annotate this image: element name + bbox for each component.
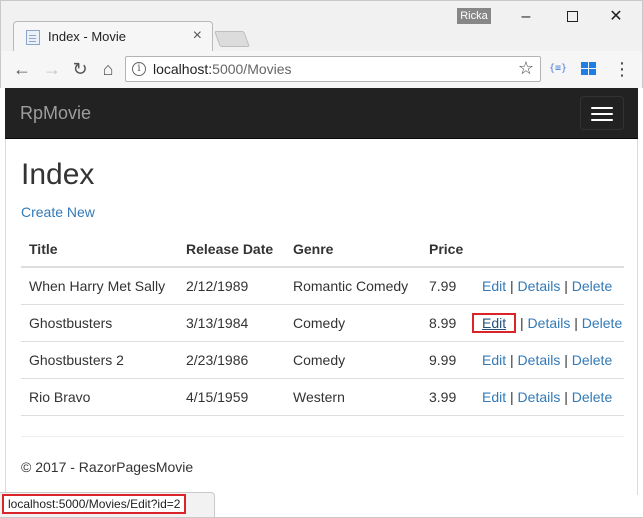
header-genre: Genre — [285, 232, 421, 268]
cell-release-date: 4/15/1959 — [178, 378, 285, 416]
address-bar[interactable]: i localhost:5000/Movies ☆ — [125, 56, 541, 82]
details-link[interactable]: Details — [528, 315, 571, 331]
cell-release-date: 2/23/1986 — [178, 341, 285, 379]
status-url: localhost:5000/Movies/Edit?id=2 — [2, 494, 187, 514]
footer-divider — [21, 436, 624, 437]
cell-title: Ghostbusters 2 — [21, 341, 178, 379]
cell-price: 8.99 — [421, 304, 474, 342]
cell-title: Rio Bravo — [21, 378, 178, 416]
details-link[interactable]: Details — [518, 389, 561, 405]
page-content: Index Create New Title Release Date Genr… — [5, 139, 638, 495]
separator: | — [564, 277, 568, 294]
movies-table: Title Release Date Genre Price When Harr… — [21, 232, 624, 416]
cell-price: 3.99 — [421, 378, 474, 416]
header-actions — [474, 232, 624, 268]
cell-genre: Comedy — [285, 304, 421, 342]
cell-release-date: 2/12/1989 — [178, 267, 285, 305]
cell-actions: Edit | Details | Delete — [472, 304, 624, 342]
browser-menu-icon[interactable]: ⋮ — [612, 59, 632, 79]
header-title: Title — [21, 232, 178, 268]
cell-title: When Harry Met Sally — [21, 267, 178, 305]
cell-actions: Edit | Details | Delete — [474, 341, 624, 379]
maximize-icon[interactable] — [557, 7, 587, 27]
cell-title: Ghostbusters — [21, 304, 178, 342]
status-bar: localhost:5000/Movies/Edit?id=2 — [0, 492, 215, 518]
separator: | — [574, 314, 578, 331]
browser-toolbar: ← → ↻ ⌂ i localhost:5000/Movies ☆ {≡} ⋮ — [0, 51, 643, 88]
cell-price: 9.99 — [421, 341, 474, 379]
profile-badge[interactable]: Ricka — [457, 8, 491, 24]
close-window-icon[interactable]: ✕ — [601, 7, 631, 27]
edit-link[interactable]: Edit — [482, 278, 506, 294]
edit-link[interactable]: Edit — [482, 352, 506, 368]
cell-actions: Edit | Details | Delete — [474, 267, 624, 305]
separator: | — [510, 277, 514, 294]
extension-icon[interactable]: {≡} — [547, 60, 569, 78]
page-icon — [26, 30, 40, 45]
forward-arrow-icon[interactable]: → — [41, 58, 63, 80]
separator: | — [520, 314, 524, 331]
url-path: 5000/Movies — [212, 61, 292, 77]
delete-link[interactable]: Delete — [572, 278, 612, 294]
info-icon[interactable]: i — [132, 62, 146, 76]
new-tab-button[interactable] — [214, 31, 250, 47]
cell-genre: Comedy — [285, 341, 421, 379]
separator: | — [510, 388, 514, 405]
site-navbar: RpMovie — [5, 88, 638, 139]
edit-link[interactable]: Edit — [482, 389, 506, 405]
cell-genre: Western — [285, 378, 421, 416]
browser-titlebar: Index - Movie × Ricka – ✕ — [0, 0, 643, 52]
separator: | — [564, 388, 568, 405]
url-host: localhost: — [153, 61, 213, 77]
header-release-date: Release Date — [178, 232, 285, 268]
bookmark-star-icon[interactable]: ☆ — [518, 58, 534, 79]
minimize-icon[interactable]: – — [511, 7, 541, 27]
cell-release-date: 3/13/1984 — [178, 304, 285, 342]
delete-link[interactable]: Delete — [582, 315, 622, 331]
separator: | — [510, 351, 514, 368]
delete-link[interactable]: Delete — [572, 389, 612, 405]
tab-close-icon[interactable]: × — [193, 27, 202, 45]
edit-highlight-box: Edit — [472, 312, 517, 333]
reload-icon[interactable]: ↻ — [69, 58, 91, 80]
back-arrow-icon[interactable]: ← — [11, 58, 33, 80]
table-row: When Harry Met Sally 2/12/1989 Romantic … — [21, 267, 624, 305]
table-row: Ghostbusters 2 2/23/1986 Comedy 9.99 Edi… — [21, 341, 624, 379]
brand-link[interactable]: RpMovie — [20, 103, 91, 124]
windows-logo-icon[interactable] — [581, 62, 597, 77]
table-header-row: Title Release Date Genre Price — [21, 232, 624, 268]
table-row: Rio Bravo 4/15/1959 Western 3.99 Edit | … — [21, 378, 624, 416]
table-row: Ghostbusters 3/13/1984 Comedy 8.99 Edit … — [21, 304, 624, 342]
details-link[interactable]: Details — [518, 352, 561, 368]
page-title: Index — [21, 158, 95, 191]
url-text[interactable]: localhost:5000/Movies — [153, 61, 292, 77]
details-link[interactable]: Details — [518, 278, 561, 294]
hamburger-menu-icon[interactable] — [580, 96, 624, 130]
separator: | — [564, 351, 568, 368]
footer-text: © 2017 - RazorPagesMovie — [21, 459, 194, 475]
tab-title: Index - Movie — [48, 29, 127, 44]
browser-tab[interactable]: Index - Movie × — [13, 21, 213, 52]
delete-link[interactable]: Delete — [572, 352, 612, 368]
home-icon[interactable]: ⌂ — [97, 58, 119, 80]
cell-genre: Romantic Comedy — [285, 267, 421, 305]
cell-actions: Edit | Details | Delete — [474, 378, 624, 416]
cell-price: 7.99 — [421, 267, 474, 305]
edit-link[interactable]: Edit — [482, 315, 506, 331]
header-price: Price — [421, 232, 474, 268]
create-new-link[interactable]: Create New — [21, 204, 95, 220]
